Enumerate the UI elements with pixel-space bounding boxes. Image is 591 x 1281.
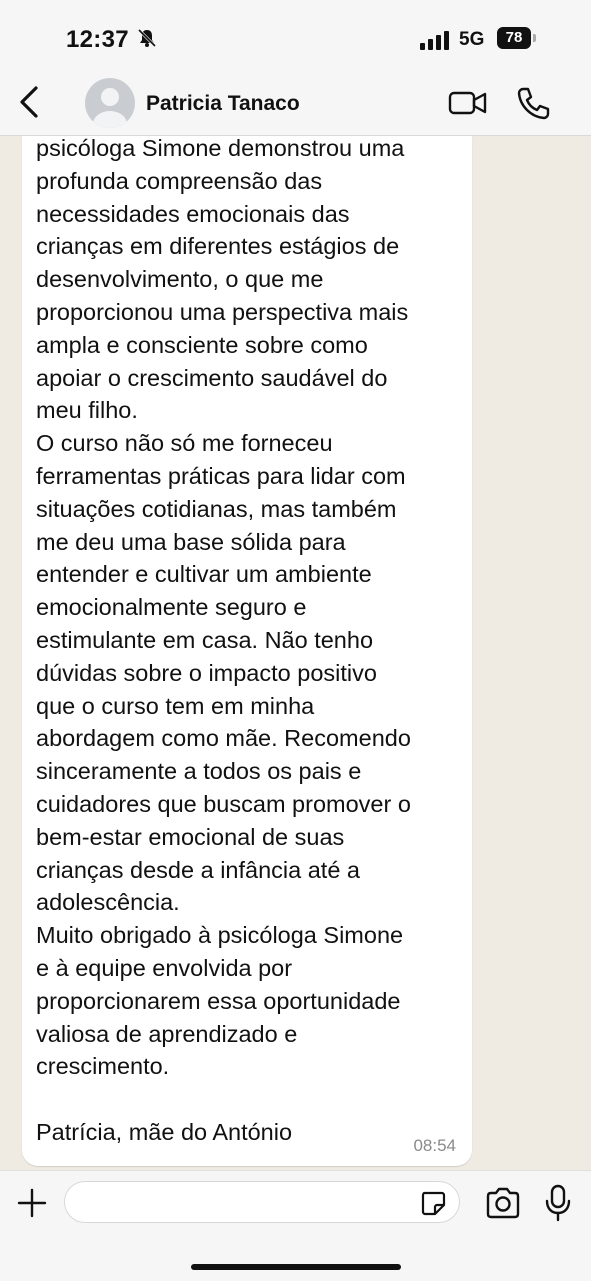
phone-icon[interactable]	[515, 85, 551, 121]
battery-tip	[533, 34, 536, 42]
avatar[interactable]	[85, 78, 135, 128]
mic-icon[interactable]	[545, 1184, 571, 1222]
message-text: psicóloga Simone demonstrou uma profunda…	[36, 136, 411, 1145]
chat-header: Patricia Tanaco	[0, 70, 591, 136]
message-input[interactable]	[64, 1181, 460, 1223]
chat-area[interactable]: psicóloga Simone demonstrou uma profunda…	[0, 136, 591, 1170]
camera-icon[interactable]	[485, 1187, 521, 1219]
sticker-icon[interactable]	[420, 1190, 446, 1216]
message-bubble[interactable]: psicóloga Simone demonstrou uma profunda…	[22, 136, 472, 1166]
battery-indicator: 78	[497, 27, 531, 49]
back-icon[interactable]	[12, 80, 48, 124]
bell-slash-icon	[137, 28, 157, 48]
message-timestamp: 08:54	[413, 1136, 456, 1155]
network-type: 5G	[459, 29, 485, 50]
contact-name[interactable]: Patricia Tanaco	[146, 92, 300, 116]
video-icon[interactable]	[448, 88, 488, 118]
plus-icon[interactable]	[14, 1185, 50, 1221]
signal-icon	[420, 31, 449, 50]
avatar-icon	[93, 88, 127, 128]
status-bar: 12:37 5G 78	[0, 0, 591, 70]
home-indicator[interactable]	[191, 1264, 401, 1270]
status-time: 12:37	[66, 26, 129, 53]
